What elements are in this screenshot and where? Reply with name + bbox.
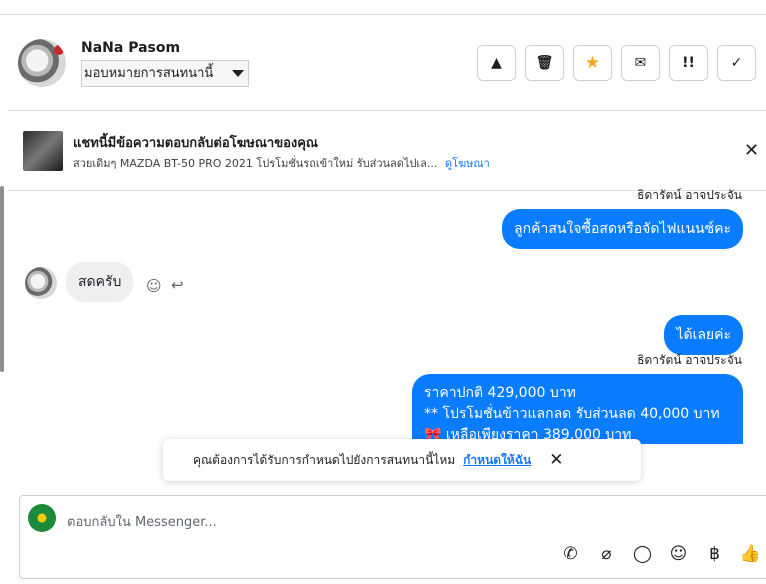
add-call-icon[interactable]: ✆	[559, 544, 582, 564]
thumbs-up-icon[interactable]: 👍	[739, 544, 762, 564]
ad-banner-description: สวยเดิมๆ MAZDA BT-50 PRO 2021 โปรโมชั่นร…	[73, 154, 490, 172]
header-divider	[8, 110, 766, 111]
done-button[interactable]: ✓	[717, 45, 756, 81]
message-bubble-outgoing[interactable]: ได้เลยค่ะ	[664, 315, 743, 355]
baht-icon[interactable]: ฿	[703, 544, 726, 564]
assign-conversation-dropdown[interactable]: มอบหมายการสนทนานี้	[81, 60, 249, 87]
close-icon[interactable]: ✕	[549, 450, 563, 470]
conversation-panel: NaNa Pasom มอบหมายการสนทนานี้ ▲ 🗑 ★ ✉ !!…	[0, 0, 766, 584]
react-emoji-icon[interactable]: ☺	[146, 277, 162, 295]
scrollbar[interactable]	[0, 186, 4, 372]
star-button[interactable]: ★	[573, 45, 612, 81]
star-icon: ★	[584, 53, 601, 73]
reply-composer[interactable]	[19, 495, 766, 579]
message-bubble-outgoing[interactable]: ราคาปกติ 429,000 บาท ** โปรโมชั่นข้าวแลก…	[412, 374, 743, 444]
assign-label: มอบหมายการสนทนานี้	[84, 66, 214, 81]
contact-name[interactable]: NaNa Pasom	[81, 40, 180, 56]
conversation-toolbar: ▲ 🗑 ★ ✉ !! ✓	[477, 45, 756, 81]
sender-label: ธิดารัตน์ อาจประจัน	[637, 188, 742, 202]
follow-up-icon: !!	[682, 55, 695, 71]
spam-button[interactable]: ▲	[477, 45, 516, 81]
message-bubble-outgoing[interactable]: ลูกค้าสนใจซื้อสดหรือจัดไฟแนนซ์คะ	[502, 209, 743, 249]
assign-to-me-link[interactable]: กำหนดให้ฉัน	[463, 451, 531, 470]
follow-up-button[interactable]: !!	[669, 45, 708, 81]
ad-description-text: สวยเดิมๆ MAZDA BT-50 PRO 2021 โปรโมชั่นร…	[73, 157, 438, 170]
view-ad-link[interactable]: ดูโฆษณา	[445, 157, 490, 170]
caret-down-icon	[232, 70, 244, 77]
envelope-icon: ✉	[634, 55, 647, 71]
page-avatar	[28, 504, 56, 532]
reply-icon[interactable]: ↩	[171, 276, 184, 294]
ad-banner-title: แชทนี้มีข้อความตอบกลับต่อโฆษณาของคุณ	[73, 136, 318, 151]
ad-thumbnail[interactable]	[23, 131, 63, 171]
top-divider	[0, 14, 766, 15]
emoji-icon[interactable]: ☺	[667, 544, 690, 564]
attachment-icon[interactable]: ⌀	[595, 544, 618, 564]
toast-text: คุณต้องการได้รับการกำหนดไปยังการสนทนานี้…	[193, 452, 456, 467]
trash-icon: 🗑	[535, 55, 554, 71]
message-line: ราคาปกติ 429,000 บาท	[424, 385, 576, 401]
close-icon[interactable]: ✕	[744, 140, 759, 161]
delete-button[interactable]: 🗑	[525, 45, 564, 81]
message-bubble-incoming[interactable]: สดครับ	[66, 262, 134, 302]
message-line: ** โปรโมชั่นข้าวแลกลด รับส่วนลด 40,000 บ…	[424, 406, 720, 422]
contact-avatar-small[interactable]	[25, 267, 57, 299]
warning-icon: ▲	[491, 55, 502, 71]
chat-bubble-icon[interactable]: ◯	[631, 544, 654, 564]
check-icon: ✓	[730, 55, 743, 71]
reply-input[interactable]: ตอบกลับใน Messenger...	[67, 511, 217, 532]
composer-actions: ✆ ⌀ ◯ ☺ ฿ 👍	[559, 544, 762, 564]
mark-unread-button[interactable]: ✉	[621, 45, 660, 81]
sender-label: ธิดารัตน์ อาจประจัน	[637, 353, 742, 367]
assign-prompt-toast: คุณต้องการได้รับการกำหนดไปยังการสนทนานี้…	[163, 439, 641, 481]
contact-avatar[interactable]	[18, 39, 66, 87]
